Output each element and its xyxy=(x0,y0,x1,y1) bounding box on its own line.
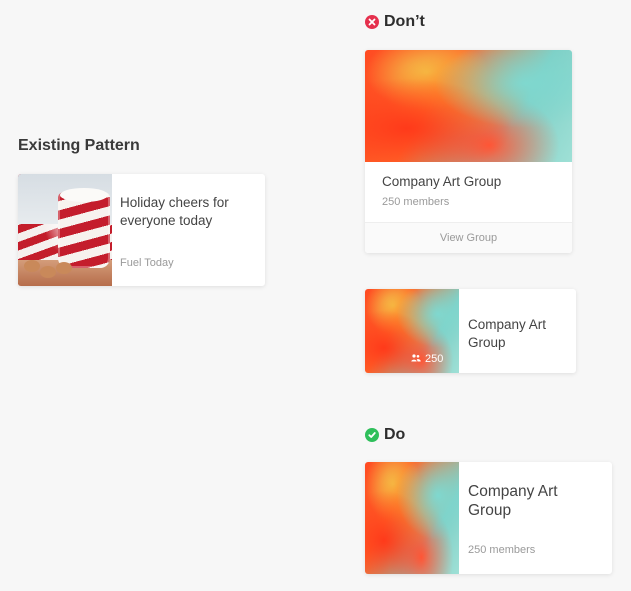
article-source: Fuel Today xyxy=(120,257,174,269)
dont-large-group-card[interactable]: Company Art Group 250 members View Group xyxy=(365,50,572,253)
article-title: Holiday cheers for everyone today xyxy=(120,195,229,228)
group-cover-image: 250 xyxy=(365,289,459,373)
group-title: Company Art Group xyxy=(468,483,558,519)
article-thumbnail xyxy=(18,174,112,286)
do-heading: Do xyxy=(365,426,405,444)
dont-heading: Don’t xyxy=(365,13,425,31)
people-icon xyxy=(411,353,421,365)
group-members: 250 members xyxy=(468,544,536,556)
do-group-card[interactable]: Company Art Group 250 members xyxy=(365,462,612,574)
dont-label: Don’t xyxy=(384,13,425,30)
group-title: Company Art Group xyxy=(468,317,547,350)
do-label: Do xyxy=(384,426,406,443)
view-group-label: View Group xyxy=(439,232,498,244)
existing-pattern-title: Existing Pattern xyxy=(18,137,140,154)
member-count-overlay: 250 xyxy=(411,353,443,365)
group-members: 250 members xyxy=(382,196,450,208)
group-cover-image xyxy=(365,50,572,162)
check-circle-icon xyxy=(365,428,379,442)
group-cover-image xyxy=(365,462,459,574)
view-group-button[interactable]: View Group xyxy=(365,222,572,253)
group-title: Company Art Group xyxy=(382,174,502,189)
x-circle-icon xyxy=(365,15,379,29)
existing-article-card[interactable]: Holiday cheers for everyone today Fuel T… xyxy=(18,174,265,286)
member-count: 250 xyxy=(425,353,444,365)
dont-small-group-card[interactable]: 250 Company Art Group xyxy=(365,289,576,373)
